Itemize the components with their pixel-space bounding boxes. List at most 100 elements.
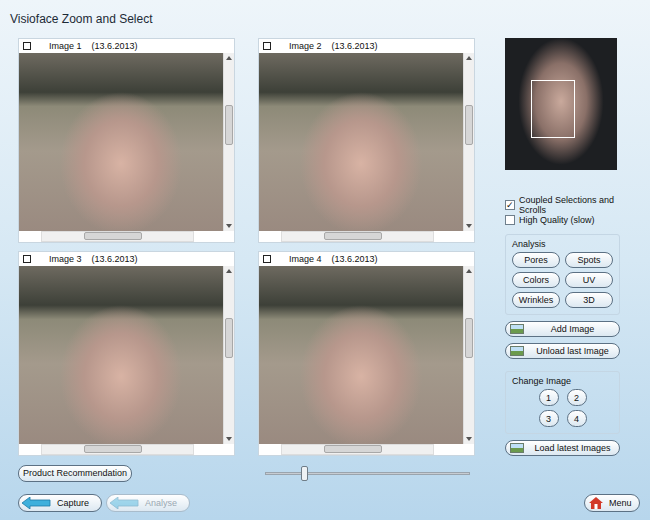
main-area: Image 1(13.6.2013)Image 2(13.6.2013)Imag… — [0, 38, 650, 458]
face-photo[interactable] — [259, 266, 463, 444]
scroll-thumb[interactable] — [465, 105, 473, 145]
analysis-button[interactable]: Pores — [512, 252, 560, 268]
window-box-icon[interactable] — [23, 255, 31, 263]
image-body — [19, 53, 234, 231]
window-box-icon[interactable] — [23, 42, 31, 50]
nav-button[interactable]: Capture — [18, 494, 102, 512]
scroll-up-icon[interactable] — [226, 56, 232, 60]
analysis-button[interactable]: 3D — [565, 292, 613, 308]
image-panel[interactable]: Image 2(13.6.2013) — [258, 38, 475, 243]
option-label: Coupled Selections and Scrolls — [519, 195, 620, 215]
image-grid: Image 1(13.6.2013)Image 2(13.6.2013)Imag… — [18, 38, 475, 458]
face-photo[interactable] — [19, 266, 223, 444]
slider-thumb[interactable] — [301, 466, 308, 481]
horizontal-scrollbar[interactable] — [281, 444, 434, 455]
image-body — [19, 266, 234, 444]
window-title: Visioface Zoom and Select — [0, 0, 650, 38]
image-header: Image 4 (13.6.2013) — [259, 252, 474, 266]
side-panel: ✓ Coupled Selections and ScrollsHigh Qual… — [505, 38, 620, 458]
overview-photo[interactable] — [505, 38, 617, 170]
horizontal-scrollbar[interactable] — [41, 231, 194, 242]
vertical-scrollbar[interactable] — [223, 266, 234, 444]
analysis-button[interactable]: Wrinkles — [512, 292, 560, 308]
group-title: Change Image — [512, 376, 613, 386]
image-date: (13.6.2013) — [92, 42, 138, 51]
image-number-button[interactable]: 2 — [567, 389, 587, 406]
image-panel[interactable]: Image 3(13.6.2013) — [18, 251, 235, 456]
scroll-thumb[interactable] — [225, 318, 233, 358]
image-icon — [510, 324, 524, 334]
vertical-scrollbar[interactable] — [223, 53, 234, 231]
analysis-button[interactable]: Spots — [565, 252, 613, 268]
image-header: Image 3(13.6.2013) — [19, 252, 234, 266]
vertical-scrollbar[interactable] — [463, 266, 474, 444]
product-recommendation-button[interactable]: Product Recommendation — [18, 465, 132, 482]
analysis-button[interactable]: Colors — [512, 272, 560, 288]
image-number-button[interactable]: 3 — [539, 410, 559, 427]
image-label: Image 1 — [49, 42, 82, 51]
image-number-button[interactable]: 4 — [567, 410, 587, 427]
image-icon — [510, 443, 524, 453]
scroll-down-icon[interactable] — [466, 437, 472, 441]
change-image-group: Change Image 1234 — [505, 371, 620, 434]
image-body — [259, 53, 474, 231]
scroll-thumb[interactable] — [225, 105, 233, 145]
window-box-icon[interactable] — [263, 42, 271, 50]
house-icon — [589, 497, 603, 509]
image-panel[interactable]: Image 1 (13.6.2013) — [18, 38, 235, 243]
option-checkbox[interactable]: ✓ Coupled Selections and Scrolls — [505, 195, 620, 215]
zoom-selection[interactable] — [531, 80, 575, 138]
image-body — [259, 266, 474, 444]
zoom-slider[interactable] — [265, 472, 470, 475]
image-date: (13.6.2013) — [332, 255, 378, 264]
scroll-down-icon[interactable] — [466, 224, 472, 228]
horizontal-scrollbar[interactable] — [41, 444, 194, 455]
window-box-icon[interactable] — [263, 255, 271, 263]
image-action-button[interactable]: Unload last Image — [505, 343, 620, 359]
analysis-button[interactable]: UV — [565, 272, 613, 288]
face-photo[interactable] — [259, 53, 463, 231]
horizontal-scroll-row — [19, 231, 234, 242]
scroll-up-icon[interactable] — [226, 269, 232, 273]
analysis-group: Analysis Pores Spots Colors UV Wrinkles 3D — [505, 234, 620, 315]
face-photo[interactable] — [19, 53, 223, 231]
footer: Capture Analyse Menu — [0, 488, 650, 518]
button-label: Load latest Images — [530, 443, 615, 453]
option-checkbox[interactable]: High Quality (slow) — [505, 215, 620, 225]
button-label: Menu — [609, 498, 632, 508]
scroll-thumb[interactable] — [84, 445, 141, 453]
image-label: Image 4 — [289, 255, 322, 264]
horizontal-scroll-row — [259, 231, 474, 242]
scroll-up-icon[interactable] — [466, 269, 472, 273]
option-label: High Quality (slow) — [519, 215, 595, 225]
button-label: Unload last Image — [530, 346, 615, 356]
button-label: Analyse — [145, 498, 177, 508]
checkbox[interactable] — [505, 215, 515, 225]
scroll-thumb[interactable] — [324, 232, 381, 240]
menu-button[interactable]: Menu — [584, 494, 640, 512]
horizontal-scrollbar[interactable] — [281, 231, 434, 242]
scroll-thumb[interactable] — [84, 232, 141, 240]
checkbox[interactable]: ✓ — [505, 200, 515, 210]
scroll-thumb[interactable] — [465, 318, 473, 358]
scroll-down-icon[interactable] — [226, 224, 232, 228]
bottom-row: Product Recommendation — [0, 458, 650, 488]
image-date: (13.6.2013) — [92, 255, 138, 264]
image-panel[interactable]: Image 4 (13.6.2013) — [258, 251, 475, 456]
change-image-buttons: 1234 — [512, 389, 613, 427]
scroll-thumb[interactable] — [324, 445, 381, 453]
vertical-scrollbar[interactable] — [463, 53, 474, 231]
load-latest-button[interactable]: Load latest Images — [505, 440, 620, 456]
horizontal-scroll-row — [19, 444, 234, 455]
visioface-window: Visioface Zoom and Select Image 1 (13.6.20… — [0, 0, 650, 520]
image-action-button[interactable]: Add Image — [505, 321, 620, 337]
image-date: (13.6.2013) — [332, 42, 378, 51]
image-number-button[interactable]: 1 — [539, 389, 559, 406]
scroll-up-icon[interactable] — [466, 56, 472, 60]
group-title: Analysis — [512, 239, 613, 249]
image-header: Image 2(13.6.2013) — [259, 39, 474, 53]
button-label: Capture — [57, 498, 89, 508]
left-arrow-icon — [109, 497, 139, 509]
scroll-down-icon[interactable] — [226, 437, 232, 441]
nav-button: Analyse — [106, 494, 190, 512]
